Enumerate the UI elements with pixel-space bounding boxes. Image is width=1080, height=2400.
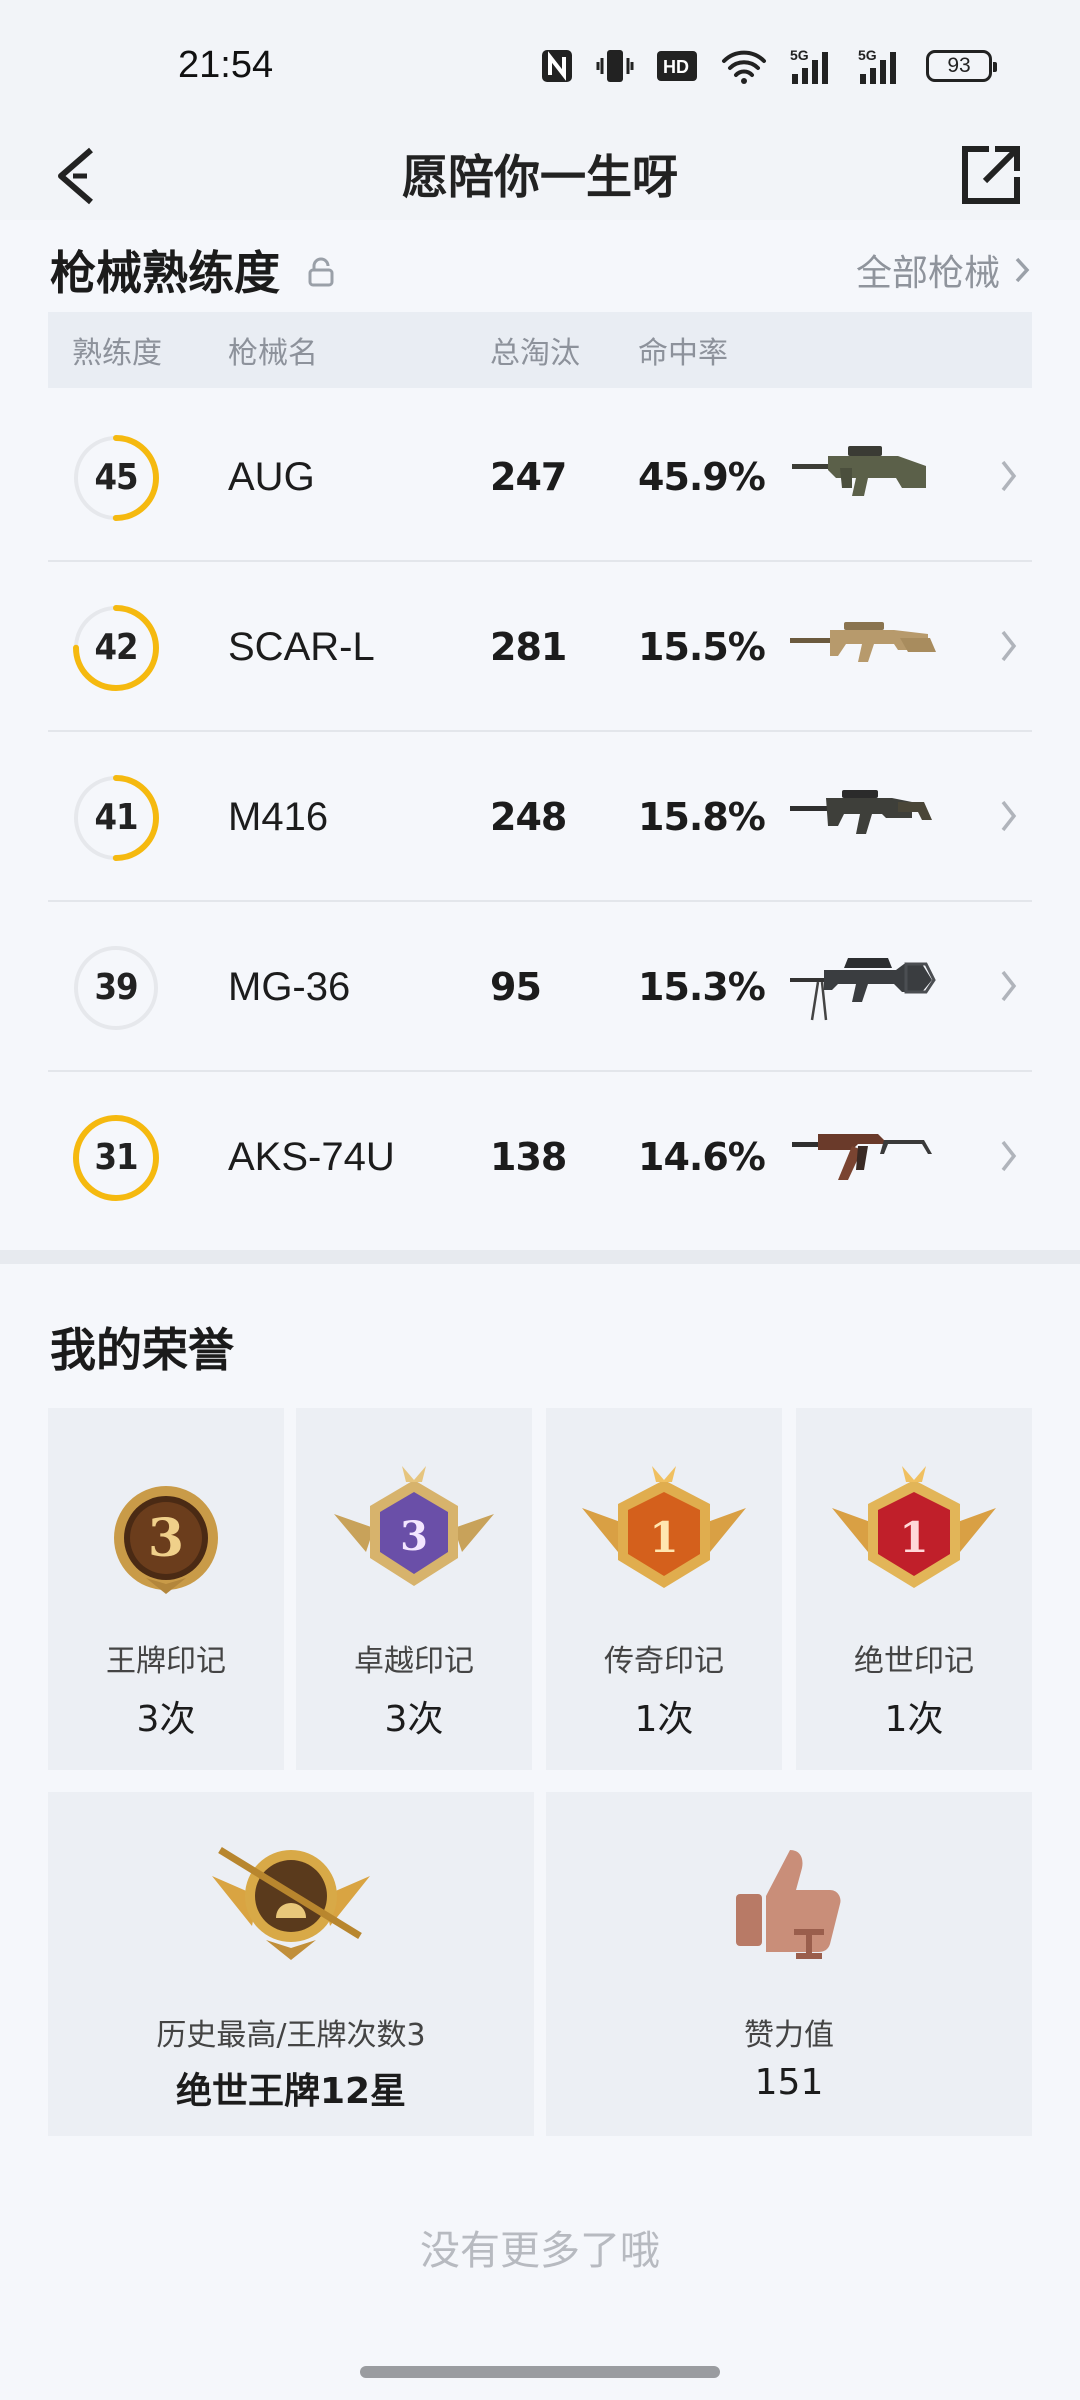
col-accuracy: 命中率 bbox=[638, 336, 728, 371]
honor-card-charm[interactable]: 赞力值 151 bbox=[546, 1792, 1032, 2136]
honor-label: 传奇印记 bbox=[604, 1644, 724, 1679]
proficiency-level: 31 bbox=[94, 1137, 138, 1178]
honors-title: 我的荣誉 bbox=[50, 1323, 234, 1377]
honor-label: 绝世印记 bbox=[854, 1644, 974, 1679]
section-title: 枪械熟练度 bbox=[50, 246, 280, 300]
weapon-name: M416 bbox=[228, 795, 329, 839]
weapon-kills: 138 bbox=[490, 1135, 567, 1179]
chevron-right-icon bbox=[1001, 970, 1017, 1002]
chevron-right-icon bbox=[1001, 1140, 1017, 1172]
table-header: 熟练度 枪械名 总淘汰 命中率 bbox=[48, 312, 1032, 388]
col-weapon-name: 枪械名 bbox=[228, 336, 318, 371]
badge-number: 1 bbox=[649, 1513, 678, 1562]
page-title: 愿陪你一生呀 bbox=[402, 150, 678, 204]
charm-value: 151 bbox=[754, 2062, 824, 2103]
home-indicator[interactable] bbox=[360, 2366, 720, 2378]
badge-number: 1 bbox=[899, 1513, 928, 1562]
share-icon bbox=[962, 146, 1020, 204]
aug-rifle-image bbox=[792, 446, 926, 496]
legend-mark-badge-icon: 1 bbox=[582, 1466, 746, 1588]
weapon-kills: 281 bbox=[490, 625, 567, 669]
weapon-accuracy: 15.8% bbox=[638, 795, 766, 839]
hd-icon: HD bbox=[657, 51, 697, 81]
aks-74u-rifle-image bbox=[792, 1134, 932, 1180]
share-button[interactable] bbox=[946, 130, 1036, 220]
weapon-name: SCAR-L bbox=[228, 625, 375, 669]
weapon-name: AKS-74U bbox=[228, 1135, 395, 1179]
svg-text:5G: 5G bbox=[790, 47, 809, 63]
weapon-accuracy: 45.9% bbox=[638, 455, 766, 499]
status-bar: 21:54 HD 5G 5G 93 bbox=[0, 0, 1080, 130]
best-rank-label: 历史最高/王牌次数3 bbox=[156, 2018, 426, 2053]
badge-number: 3 bbox=[148, 1508, 184, 1569]
weapon-kills: 247 bbox=[490, 455, 567, 499]
weapon-row[interactable]: 39 MG-36 95 15.3% bbox=[48, 902, 1032, 1072]
honor-card-ace[interactable]: 3 王牌印记 3次 bbox=[48, 1408, 284, 1770]
weapon-accuracy: 15.3% bbox=[638, 965, 766, 1009]
nfc-icon bbox=[542, 50, 572, 82]
end-of-list-text: 没有更多了哦 bbox=[420, 2228, 660, 2274]
honor-card-best-rank[interactable]: 历史最高/王牌次数3 绝世王牌12星 bbox=[48, 1792, 534, 2136]
chevron-right-icon bbox=[1001, 460, 1017, 492]
section-divider bbox=[0, 1250, 1080, 1264]
col-total-kills: 总淘汰 bbox=[490, 336, 580, 371]
proficiency-level: 42 bbox=[94, 627, 138, 668]
weapon-name: MG-36 bbox=[228, 965, 351, 1009]
lock-icon[interactable] bbox=[308, 257, 334, 287]
all-weapons-label: 全部枪械 bbox=[855, 253, 1000, 294]
peerless-mark-badge-icon: 1 bbox=[832, 1466, 996, 1588]
weapon-name: AUG bbox=[228, 455, 315, 499]
battery-level: 93 bbox=[947, 54, 971, 77]
weapon-row[interactable]: 45 AUG 247 45.9% bbox=[48, 392, 1032, 562]
mg-36-rifle-image bbox=[790, 958, 936, 1021]
weapon-row[interactable]: 42 SCAR-L 281 15.5% bbox=[48, 562, 1032, 732]
best-rank-value: 绝世王牌12星 bbox=[175, 2071, 407, 2112]
thumbs-up-icon bbox=[736, 1850, 841, 1959]
rank-badge-icon bbox=[212, 1847, 370, 1960]
proficiency-level: 45 bbox=[94, 457, 138, 498]
excellence-mark-badge-icon: 3 bbox=[334, 1466, 494, 1586]
vibrate-icon bbox=[596, 50, 634, 82]
honor-value: 3次 bbox=[384, 1699, 444, 1740]
wifi-icon bbox=[722, 50, 766, 84]
back-button[interactable] bbox=[40, 126, 110, 226]
section-header: 枪械熟练度 全部枪械 bbox=[50, 220, 1030, 320]
honor-card-excellence[interactable]: 3 卓越印记 3次 bbox=[296, 1408, 532, 1770]
honor-card-peerless[interactable]: 1 绝世印记 1次 bbox=[796, 1408, 1032, 1770]
honor-value: 1次 bbox=[884, 1699, 944, 1740]
weapon-row[interactable]: 31 AKS-74U 138 14.6% bbox=[48, 1072, 1032, 1242]
status-time: 21:54 bbox=[178, 44, 274, 86]
header: 愿陪你一生呀 bbox=[0, 118, 1080, 236]
chevron-right-icon bbox=[1015, 257, 1030, 283]
honor-value: 3次 bbox=[136, 1699, 196, 1740]
weapon-accuracy: 14.6% bbox=[638, 1135, 766, 1179]
badge-number: 3 bbox=[400, 1513, 428, 1560]
honor-label: 卓越印记 bbox=[354, 1644, 474, 1679]
weapon-kills: 248 bbox=[490, 795, 567, 839]
weapon-kills: 95 bbox=[490, 965, 542, 1009]
proficiency-level: 41 bbox=[94, 797, 138, 838]
proficiency-level: 39 bbox=[94, 967, 138, 1008]
chevron-right-icon bbox=[1001, 630, 1017, 662]
honor-label: 王牌印记 bbox=[106, 1644, 226, 1679]
svg-text:5G: 5G bbox=[858, 47, 877, 63]
m416-rifle-image bbox=[790, 790, 932, 834]
weapon-row[interactable]: 41 M416 248 15.8% bbox=[48, 732, 1032, 902]
ace-mark-badge-icon: 3 bbox=[114, 1486, 218, 1594]
scar-l-rifle-image bbox=[790, 622, 936, 662]
signal-5g-icon: 5G bbox=[858, 47, 896, 84]
back-arrow-icon bbox=[58, 147, 93, 205]
all-weapons-link[interactable]: 全部枪械 bbox=[856, 244, 1030, 296]
signal-5g-icon: 5G bbox=[790, 47, 828, 84]
status-icons: HD 5G 5G 93 bbox=[540, 44, 997, 88]
weapon-accuracy: 15.5% bbox=[638, 625, 766, 669]
chevron-right-icon bbox=[1001, 800, 1017, 832]
charm-label: 赞力值 bbox=[744, 2018, 834, 2053]
col-proficiency: 熟练度 bbox=[72, 336, 162, 371]
svg-text:HD: HD bbox=[663, 57, 689, 77]
battery-icon: 93 bbox=[926, 50, 997, 82]
weapon-proficiency-section: 枪械熟练度 全部枪械 熟练度 枪械名 总淘汰 命中率 45 AUG 247 45… bbox=[0, 220, 1080, 1250]
honor-value: 1次 bbox=[634, 1699, 694, 1740]
honor-card-legend[interactable]: 1 传奇印记 1次 bbox=[546, 1408, 782, 1770]
